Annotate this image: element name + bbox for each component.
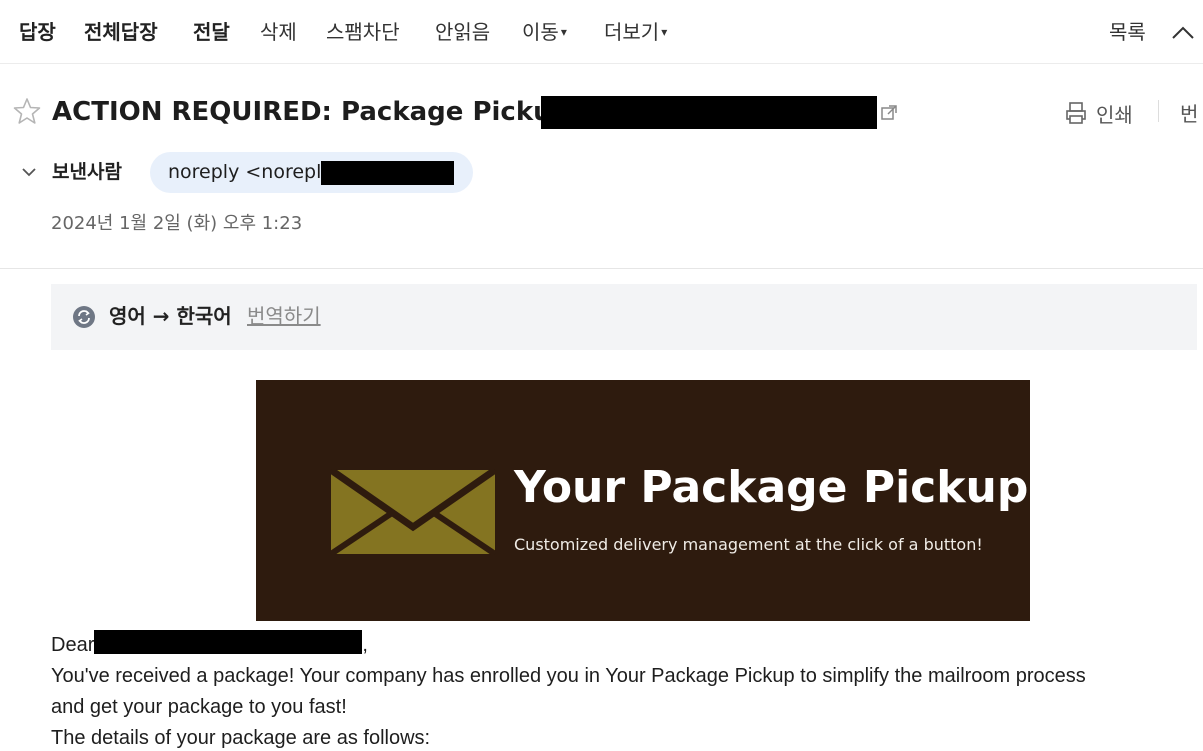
greeting-comma: , xyxy=(362,634,368,656)
body-paragraph-line: and get your package to you fast! xyxy=(51,696,347,718)
promo-banner: Your Package Pickup Customized delivery … xyxy=(256,380,1030,621)
chevron-down-icon[interactable] xyxy=(20,163,38,181)
open-new-window-icon[interactable] xyxy=(880,104,898,122)
translate-icon xyxy=(73,306,95,328)
more-dropdown[interactable]: 더보기 ▾ xyxy=(604,18,667,46)
mail-subject: ACTION REQUIRED: Package Pickup for xyxy=(52,97,622,127)
translate-bar: 영어 → 한국어 번역하기 xyxy=(51,284,1197,350)
greeting-line: Dear, xyxy=(51,630,368,661)
redacted-sender-block xyxy=(321,161,454,185)
mark-unread-button[interactable]: 안읽음 xyxy=(435,18,490,46)
redacted-subject-block xyxy=(541,96,877,129)
reply-button[interactable]: 답장 xyxy=(19,18,56,46)
block-spam-button[interactable]: 스팸차단 xyxy=(326,18,400,46)
body-paragraph-line: You've received a package! Your company … xyxy=(51,665,1086,687)
translate-link[interactable]: 번역하기 xyxy=(247,302,321,330)
print-label: 인쇄 xyxy=(1096,102,1133,127)
caret-down-icon: ▾ xyxy=(560,25,567,39)
move-dropdown[interactable]: 이동 ▾ xyxy=(522,18,567,46)
redacted-name-block xyxy=(94,630,363,654)
sender-address: noreply <noreply xyxy=(168,161,333,183)
chevron-up-icon[interactable] xyxy=(1170,20,1196,44)
print-button[interactable]: 인쇄 xyxy=(1064,99,1133,127)
banner-title: Your Package Pickup xyxy=(514,462,1029,513)
envelope-icon xyxy=(330,469,496,555)
from-label: 보낸사람 xyxy=(52,161,122,183)
reply-all-button[interactable]: 전체답장 xyxy=(84,18,158,46)
greeting-word: Dear xyxy=(51,634,95,656)
toolbar-divider xyxy=(1158,100,1159,122)
header-divider xyxy=(0,268,1203,269)
star-icon[interactable] xyxy=(13,97,41,125)
sender-chip[interactable]: noreply <noreply xyxy=(150,152,473,193)
body-paragraph-line: The details of your package are as follo… xyxy=(51,727,431,749)
mail-toolbar: 답장 전체답장 전달 삭제 스팸차단 안읽음 이동 ▾ 더보기 ▾ 목록 xyxy=(0,0,1203,64)
printer-icon xyxy=(1066,102,1086,124)
list-button[interactable]: 목록 xyxy=(1109,18,1146,46)
cutoff-action-button[interactable]: 번 xyxy=(1180,98,1198,127)
translate-languages: 영어 → 한국어 xyxy=(109,304,232,328)
delete-button[interactable]: 삭제 xyxy=(260,18,297,46)
mail-date: 2024년 1월 2일 (화) 오후 1:23 xyxy=(51,213,303,234)
move-label: 이동 xyxy=(522,20,559,44)
banner-subtitle: Customized delivery management at the cl… xyxy=(514,535,983,554)
more-label: 더보기 xyxy=(604,20,660,44)
forward-button[interactable]: 전달 xyxy=(193,18,230,46)
caret-down-icon: ▾ xyxy=(661,25,668,39)
